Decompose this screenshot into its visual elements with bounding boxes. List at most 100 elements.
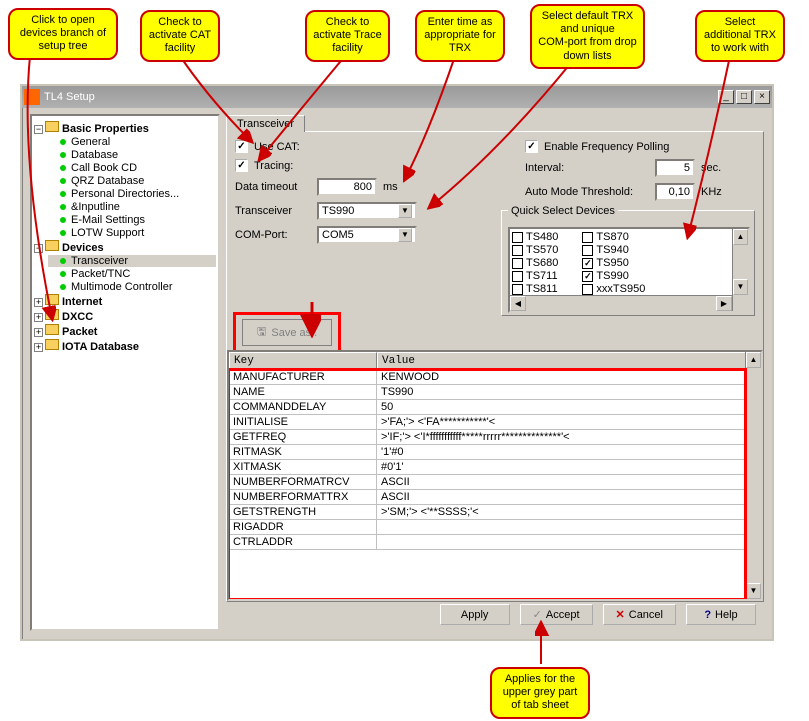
app-icon bbox=[24, 89, 40, 105]
callout-trace: Check to activate Trace facility bbox=[305, 10, 390, 62]
config-table[interactable]: Key Value MANUFACTURERKENWOODNAMETS990CO… bbox=[227, 350, 763, 601]
quick-select-title: Quick Select Devices bbox=[508, 205, 618, 217]
tree-item-transceiver[interactable]: Transceiver bbox=[48, 255, 216, 267]
quick-select-item[interactable]: TS480 bbox=[512, 231, 558, 243]
comport-select[interactable]: COM5▼ bbox=[317, 226, 417, 244]
timeout-input[interactable]: 800 bbox=[317, 178, 377, 196]
quick-select-item[interactable]: TS711 bbox=[512, 270, 558, 282]
threshold-input[interactable]: 0,10 bbox=[655, 183, 695, 201]
checkbox[interactable] bbox=[512, 245, 523, 256]
chevron-down-icon[interactable]: ▼ bbox=[398, 228, 412, 242]
tree-packet[interactable]: Packet bbox=[62, 326, 97, 338]
quick-select-item[interactable]: TS811 bbox=[512, 283, 558, 295]
tree-item[interactable]: Call Book CD bbox=[48, 162, 216, 174]
quick-select-item[interactable]: ✓TS990 bbox=[582, 270, 645, 282]
expand-icon[interactable]: + bbox=[34, 343, 43, 352]
checkbox[interactable] bbox=[512, 271, 523, 282]
checkbox[interactable]: ✓ bbox=[582, 271, 593, 282]
callout-addtrx: Select additional TRX to work with bbox=[695, 10, 785, 62]
save-as-button[interactable]: 🖫Save as.. bbox=[242, 319, 332, 346]
table-row[interactable]: COMMANDDELAY50 bbox=[229, 400, 761, 415]
folder-icon bbox=[45, 294, 59, 305]
scrollbar-vertical[interactable]: ▲▼ bbox=[732, 229, 748, 311]
quick-select-item[interactable]: TS570 bbox=[512, 244, 558, 256]
quick-select-list[interactable]: TS480TS570TS680TS711TS811TS850 TS870TS94… bbox=[508, 227, 750, 313]
quick-select-item[interactable]: TS870 bbox=[582, 231, 645, 243]
accept-button[interactable]: ✓Accept bbox=[520, 604, 593, 625]
tree-internet[interactable]: Internet bbox=[62, 296, 102, 308]
tree-dxcc[interactable]: DXCC bbox=[62, 311, 93, 323]
table-row[interactable]: RIGADDR bbox=[229, 520, 761, 535]
tab-transceiver[interactable]: Transceiver bbox=[226, 115, 305, 132]
cancel-button[interactable]: ✕Cancel bbox=[603, 604, 676, 625]
setup-tree[interactable]: − Basic Properties General Database Call … bbox=[30, 114, 220, 631]
checkbox[interactable] bbox=[582, 232, 593, 243]
collapse-icon[interactable]: − bbox=[34, 125, 43, 134]
checkbox[interactable] bbox=[512, 258, 523, 269]
table-row[interactable]: NAMETS990 bbox=[229, 385, 761, 400]
interval-input[interactable]: 5 bbox=[655, 159, 695, 177]
quick-select-item[interactable]: TS680 bbox=[512, 257, 558, 269]
quick-select-item[interactable]: ✓TS950 bbox=[582, 257, 645, 269]
col-key[interactable]: Key bbox=[229, 352, 377, 369]
tree-item[interactable]: LOTW Support bbox=[48, 227, 216, 239]
table-row[interactable]: CTRLADDR bbox=[229, 535, 761, 550]
quick-select-item[interactable]: TS940 bbox=[582, 244, 645, 256]
tree-item[interactable]: Multimode Controller bbox=[48, 281, 216, 293]
checkbox[interactable] bbox=[582, 245, 593, 256]
table-row[interactable]: GETFREQ>'IF;'> <'I*fffffffffff*****rrrrr… bbox=[229, 430, 761, 445]
check-icon: ✓ bbox=[533, 608, 542, 621]
table-row[interactable]: XITMASK#0'1' bbox=[229, 460, 761, 475]
table-row[interactable]: MANUFACTURERKENWOOD bbox=[229, 370, 761, 385]
folder-icon bbox=[45, 309, 59, 320]
automode-label: Auto Mode Threshold: bbox=[525, 186, 645, 198]
sec-label: sec. bbox=[701, 162, 721, 174]
apply-button[interactable]: Apply bbox=[440, 604, 510, 625]
tree-item[interactable]: Database bbox=[48, 149, 216, 161]
khz-label: KHz bbox=[701, 186, 722, 198]
chevron-down-icon[interactable]: ▼ bbox=[398, 204, 412, 218]
table-row[interactable]: NUMBERFORMATTRXASCII bbox=[229, 490, 761, 505]
callout-time: Enter time as appropriate for TRX bbox=[415, 10, 505, 62]
checkbox[interactable] bbox=[582, 284, 593, 295]
tree-item[interactable]: &Inputline bbox=[48, 201, 216, 213]
table-row[interactable]: RITMASK'1'#0 bbox=[229, 445, 761, 460]
table-row[interactable]: GETSTRENGTH>'SM;'> <'**SSSS;'< bbox=[229, 505, 761, 520]
tree-item[interactable]: Personal Directories... bbox=[48, 188, 216, 200]
tree-item[interactable]: QRZ Database bbox=[48, 175, 216, 187]
close-button[interactable]: × bbox=[754, 90, 770, 104]
callout-cat: Check to activate CAT facility bbox=[140, 10, 220, 62]
tree-basic-properties[interactable]: Basic Properties bbox=[62, 123, 149, 135]
expand-icon[interactable]: + bbox=[34, 313, 43, 322]
tracing-checkbox[interactable]: ✓ bbox=[235, 159, 248, 172]
tree-item[interactable]: General bbox=[48, 136, 216, 148]
tab-body: ✓Use CAT: ✓Tracing: Data timeout800ms Tr… bbox=[226, 131, 764, 602]
tree-item[interactable]: E-Mail Settings bbox=[48, 214, 216, 226]
minimize-button[interactable]: _ bbox=[718, 90, 734, 104]
tree-devices[interactable]: Devices bbox=[62, 242, 104, 254]
setup-window: TL4 Setup _ □ × − Basic Properties Genera… bbox=[20, 84, 774, 641]
usecat-checkbox[interactable]: ✓ bbox=[235, 140, 248, 153]
transceiver-select[interactable]: TS990▼ bbox=[317, 202, 417, 220]
collapse-icon[interactable]: − bbox=[34, 244, 43, 253]
maximize-button[interactable]: □ bbox=[736, 90, 752, 104]
tree-iota[interactable]: IOTA Database bbox=[62, 341, 139, 353]
timeout-label: Data timeout bbox=[235, 181, 307, 193]
folder-icon bbox=[45, 324, 59, 335]
checkbox[interactable] bbox=[512, 284, 523, 295]
col-value[interactable]: Value bbox=[377, 352, 761, 369]
table-row[interactable]: NUMBERFORMATRCVASCII bbox=[229, 475, 761, 490]
checkbox[interactable]: ✓ bbox=[582, 258, 593, 269]
checkbox[interactable] bbox=[512, 232, 523, 243]
table-row[interactable]: INITIALISE>'FA;'> <'FA***********'< bbox=[229, 415, 761, 430]
titlebar[interactable]: TL4 Setup _ □ × bbox=[22, 86, 772, 108]
tree-item[interactable]: Packet/TNC bbox=[48, 268, 216, 280]
scrollbar-horizontal[interactable]: ◀▶ bbox=[510, 295, 732, 311]
polling-checkbox[interactable]: ✓ bbox=[525, 140, 538, 153]
quick-select-item[interactable]: xxxTS950 bbox=[582, 283, 645, 295]
help-button[interactable]: ?Help bbox=[686, 604, 756, 625]
trx-label: Transceiver bbox=[235, 205, 307, 217]
scrollbar-vertical[interactable]: ▲▼ bbox=[745, 352, 761, 599]
expand-icon[interactable]: + bbox=[34, 298, 43, 307]
expand-icon[interactable]: + bbox=[34, 328, 43, 337]
